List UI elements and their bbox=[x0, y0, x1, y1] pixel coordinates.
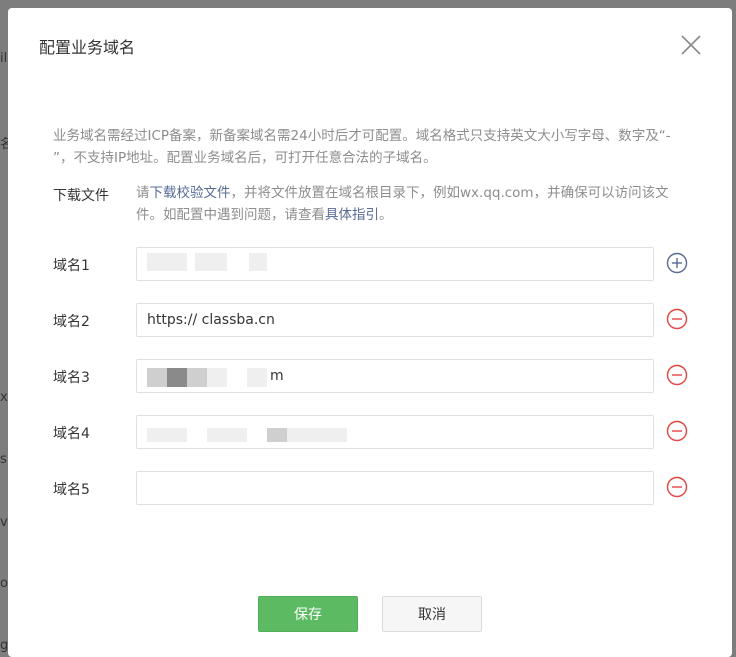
redaction-blur bbox=[147, 428, 187, 442]
bg-fragment-1: il bbox=[0, 51, 8, 66]
remove-domain-2-button[interactable] bbox=[666, 308, 688, 330]
remove-domain-3-button[interactable] bbox=[666, 364, 688, 386]
redaction-blur bbox=[247, 368, 267, 387]
remove-domain-5-button[interactable] bbox=[666, 476, 688, 498]
domain-4-label: 域名4 bbox=[53, 426, 90, 442]
domain-5-input[interactable] bbox=[136, 471, 654, 505]
download-suffix: 。 bbox=[379, 207, 393, 223]
domain-2-label: 域名2 bbox=[53, 314, 90, 330]
redaction-blur bbox=[207, 428, 247, 442]
minus-circle-icon bbox=[666, 364, 688, 386]
redaction-blur bbox=[267, 428, 287, 442]
guide-link[interactable]: 具体指引 bbox=[325, 207, 379, 223]
domain-3-value: m bbox=[270, 368, 284, 384]
redaction-blur bbox=[167, 368, 187, 387]
redaction-blur bbox=[147, 368, 167, 387]
redaction-blur bbox=[249, 253, 267, 271]
domain-4-input[interactable] bbox=[136, 415, 654, 449]
redaction-blur bbox=[147, 253, 187, 271]
bg-fragment-4: s bbox=[0, 452, 7, 467]
minus-circle-icon bbox=[666, 308, 688, 330]
minus-circle-icon bbox=[666, 476, 688, 498]
download-verify-file-link[interactable]: 下载校验文件 bbox=[150, 185, 231, 201]
redaction-blur bbox=[287, 428, 347, 442]
configure-domain-dialog: 配置业务域名 业务域名需经过ICP备案，新备案域名需24小时后才可配置。域名格式… bbox=[8, 8, 732, 657]
plus-circle-icon bbox=[666, 252, 688, 274]
add-domain-button[interactable] bbox=[666, 252, 688, 274]
domain-5-label: 域名5 bbox=[53, 482, 90, 498]
domain-2-value: https:// classba.cn bbox=[147, 312, 275, 328]
close-icon[interactable] bbox=[678, 32, 704, 58]
save-button[interactable]: 保存 bbox=[258, 596, 358, 632]
domain-3-label: 域名3 bbox=[53, 370, 90, 386]
redaction-blur bbox=[187, 368, 207, 387]
remove-domain-4-button[interactable] bbox=[666, 420, 688, 442]
domain-2-input[interactable]: https:// classba.cn bbox=[136, 303, 654, 337]
dialog-description: 业务域名需经过ICP备案，新备案域名需24小时后才可配置。域名格式只支持英文大小… bbox=[53, 128, 671, 166]
dialog-title: 配置业务域名 bbox=[39, 38, 136, 57]
redaction-blur bbox=[195, 253, 227, 271]
minus-circle-icon bbox=[666, 420, 688, 442]
domain-1-input[interactable] bbox=[136, 247, 654, 281]
download-instructions: 请下载校验文件，并将文件放置在域名根目录下，例如wx.qq.com，并确保可以访… bbox=[136, 182, 691, 226]
domain-1-label: 域名1 bbox=[53, 258, 90, 274]
download-file-label: 下载文件 bbox=[53, 188, 109, 204]
download-prefix: 请 bbox=[136, 185, 150, 201]
redaction-blur bbox=[207, 368, 227, 387]
domain-3-input[interactable]: m bbox=[136, 359, 654, 393]
cancel-button[interactable]: 取消 bbox=[382, 596, 482, 632]
